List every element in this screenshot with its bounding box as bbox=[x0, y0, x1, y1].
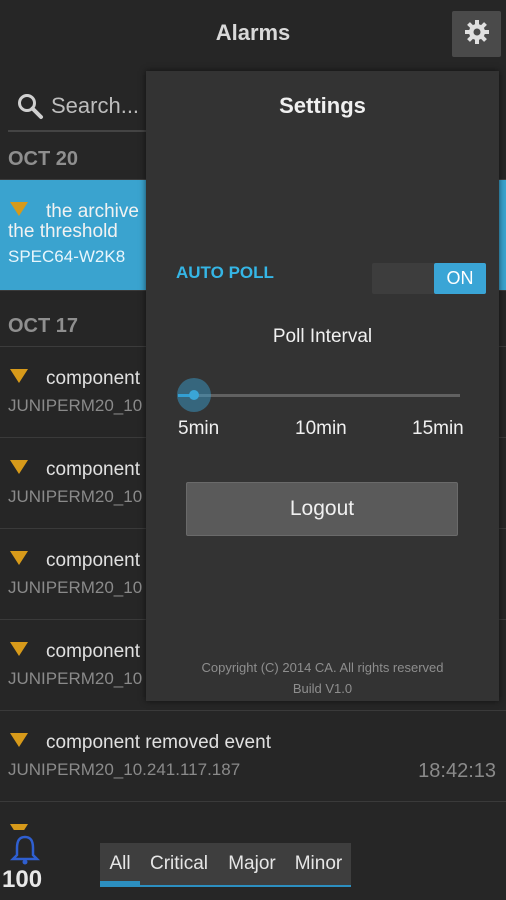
auto-poll-label: AUTO POLL bbox=[176, 263, 274, 282]
severity-filter-tabs: All Critical Major Minor bbox=[100, 843, 351, 887]
alarm-host: SPEC64-W2K8 bbox=[8, 247, 126, 266]
alarm-host: JUNIPERM20_10 bbox=[8, 396, 143, 415]
alarm-message: component bbox=[46, 550, 141, 571]
alarm-message-continued: the threshold bbox=[8, 221, 118, 242]
poll-option-15min: 15min bbox=[412, 418, 464, 439]
app-bar: Alarms bbox=[0, 0, 506, 66]
toggle-on-state: ON bbox=[434, 263, 486, 294]
alarm-message: component removed event bbox=[46, 732, 271, 753]
alarm-host: JUNIPERM20_10 bbox=[8, 487, 143, 506]
build-version: Build V1.0 bbox=[292, 681, 353, 696]
warning-icon bbox=[10, 369, 28, 383]
alarm-message: component bbox=[46, 368, 141, 389]
alarm-row[interactable]: component removed event JUNIPERM20_10.24… bbox=[0, 711, 506, 802]
warning-icon bbox=[10, 733, 28, 747]
tab-critical[interactable]: Critical bbox=[140, 843, 218, 885]
warning-icon bbox=[10, 460, 28, 474]
settings-title: Settings bbox=[279, 93, 366, 118]
copyright-line: Copyright (C) 2014 CA. All rights reserv… bbox=[201, 660, 444, 675]
tab-all[interactable]: All bbox=[100, 843, 140, 885]
poll-option-5min: 5min bbox=[178, 418, 220, 439]
search-icon bbox=[16, 92, 44, 125]
warning-icon bbox=[10, 551, 28, 565]
alarm-host: JUNIPERM20_10 bbox=[8, 669, 143, 688]
poll-option-10min: 10min bbox=[295, 418, 347, 439]
alarm-count: 100 bbox=[2, 866, 43, 893]
alarm-message: component bbox=[46, 459, 141, 480]
alarm-message: component bbox=[46, 641, 141, 662]
alarm-message: the archive bbox=[46, 201, 139, 222]
settings-button[interactable] bbox=[452, 11, 501, 57]
settings-panel: Settings AUTO POLL ON Poll Interval 5min… bbox=[146, 71, 499, 701]
poll-interval-label: Poll Interval bbox=[272, 326, 373, 347]
warning-icon bbox=[10, 202, 28, 216]
warning-icon bbox=[10, 642, 28, 656]
tab-minor[interactable]: Minor bbox=[286, 843, 351, 885]
tab-major[interactable]: Major bbox=[218, 843, 286, 885]
page-title: Alarms bbox=[215, 20, 291, 45]
poll-interval-slider-track[interactable] bbox=[194, 394, 460, 397]
copyright-text: Copyright (C) 2014 CA. All rights reserv… bbox=[146, 657, 499, 699]
poll-interval-slider-thumb[interactable] bbox=[177, 378, 211, 412]
alarm-time: 18:42:13 bbox=[418, 760, 496, 782]
alarm-host: JUNIPERM20_10.241.117.187 bbox=[8, 760, 241, 779]
auto-poll-toggle[interactable]: ON bbox=[372, 263, 486, 294]
bottom-bar: 100 All Critical Major Minor bbox=[0, 830, 506, 900]
gear-icon bbox=[464, 19, 490, 50]
search-placeholder: Search... bbox=[51, 93, 140, 118]
alarm-host: JUNIPERM20_10 bbox=[8, 578, 143, 597]
logout-button[interactable]: Logout bbox=[186, 482, 458, 536]
